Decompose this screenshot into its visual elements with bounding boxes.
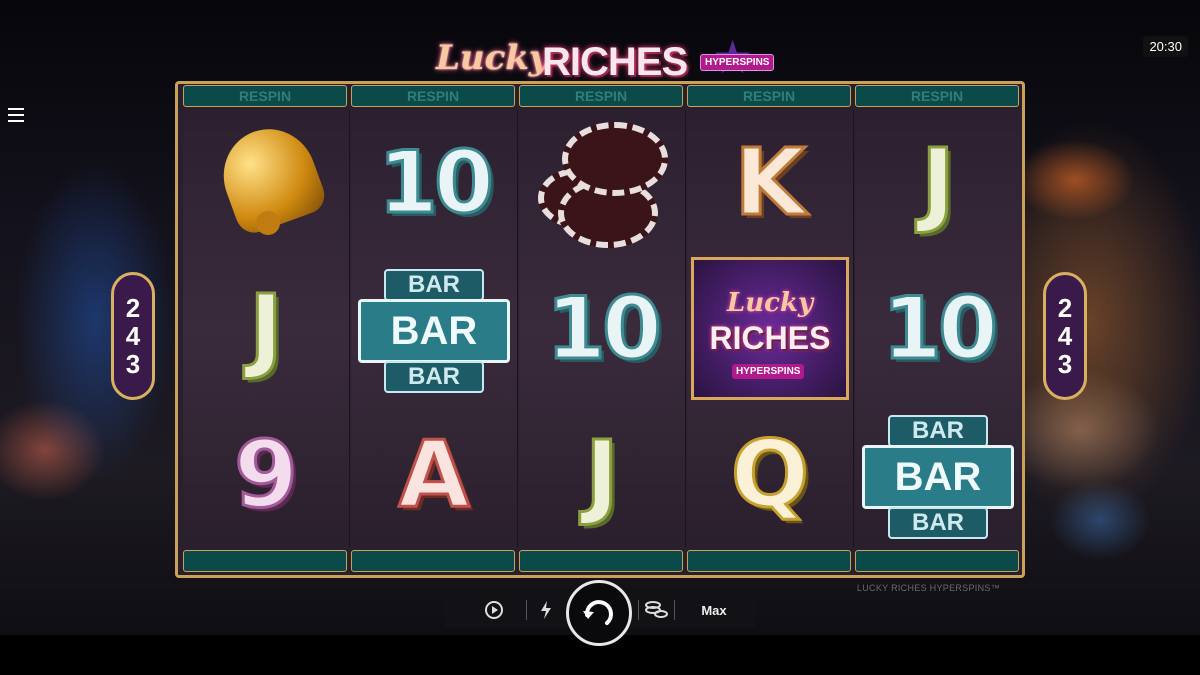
respin-button-4[interactable]: RESPIN (687, 85, 851, 107)
ways-counter-right: 2 4 3 (1043, 272, 1087, 400)
divider (638, 600, 639, 620)
hamburger-icon[interactable] (8, 108, 24, 122)
symbol-chips (519, 110, 685, 255)
symbol-j: J (519, 402, 685, 547)
bar-small: BAR (384, 360, 484, 393)
symbol-label: J (919, 128, 956, 236)
symbol-label: J (583, 420, 620, 528)
autoplay-icon[interactable] (478, 592, 510, 628)
symbol-label: K (733, 128, 807, 236)
symbol-10: 10 (351, 110, 517, 255)
symbol-bar: BAR BAR BAR (351, 256, 517, 401)
game-name-footer: LUCKY RICHES HYPERSPINS™ (856, 583, 1000, 593)
divider (526, 600, 527, 620)
respin-button-2[interactable]: RESPIN (351, 85, 515, 107)
symbol-label: 10 (881, 278, 1000, 379)
ways-counter-left: 2 4 3 (111, 272, 155, 400)
symbol-label: 10 (545, 278, 664, 379)
symbol-9: 9 (183, 402, 349, 547)
ways-digit: 2 (1057, 293, 1073, 323)
logo-symbol-word1: Lucky (726, 288, 814, 318)
logo-word-lucky: Lucky (436, 38, 549, 78)
symbol-label: Q (729, 420, 810, 528)
reel-2: 10 BAR BAR BAR A (351, 110, 518, 547)
reel-footer-slot (351, 550, 515, 572)
respin-button-1[interactable]: RESPIN (183, 85, 347, 107)
symbol-label: A (397, 420, 471, 528)
symbol-a: A (351, 402, 517, 547)
bar-symbol: BAR BAR BAR (862, 414, 1014, 539)
reel-footer-row (183, 550, 1019, 572)
ways-digit: 2 (125, 293, 141, 323)
max-bet-button[interactable]: Max (688, 592, 740, 628)
respin-row: RESPIN RESPIN RESPIN RESPIN RESPIN (183, 85, 1019, 107)
symbol-bell (183, 110, 349, 255)
symbol-q: Q (687, 402, 853, 547)
logo-symbol-badge: HYPERSPINS (732, 364, 805, 379)
reel-3: 10 J (519, 110, 686, 547)
bar-small: BAR (384, 268, 484, 301)
bar-big: BAR (358, 298, 510, 363)
symbol-label: 9 (232, 420, 299, 528)
logo-word-riches: RICHES (542, 40, 688, 84)
symbol-j: J (183, 256, 349, 401)
logo-symbol: Lucky RICHES HYPERSPINS (691, 257, 849, 400)
reel-5: J 10 BAR BAR BAR (855, 110, 1021, 547)
ways-digit: 3 (125, 349, 141, 379)
logo-badge: HYPERSPINS (700, 54, 775, 71)
ways-digit: 4 (1057, 321, 1073, 351)
reel-footer-slot (687, 550, 851, 572)
reels: J 9 10 BAR BAR BAR A 10 J K Lucky RICHES… (183, 110, 1021, 547)
spin-button[interactable] (566, 580, 632, 646)
reel-4: K Lucky RICHES HYPERSPINS Q (687, 110, 854, 547)
reel-footer-slot (855, 550, 1019, 572)
symbol-j: J (855, 110, 1021, 255)
symbol-label: 10 (377, 132, 496, 233)
symbol-logo: Lucky RICHES HYPERSPINS (687, 256, 853, 401)
bell-icon (206, 115, 330, 243)
bar-small: BAR (888, 506, 988, 539)
symbol-k: K (687, 110, 853, 255)
divider (674, 600, 675, 620)
symbol-10: 10 (855, 256, 1021, 401)
reel-footer-slot (183, 550, 347, 572)
ways-digit: 4 (125, 321, 141, 351)
bar-symbol: BAR BAR BAR (358, 268, 510, 393)
reel-1: J 9 (183, 110, 350, 547)
respin-button-3[interactable]: RESPIN (519, 85, 683, 107)
ways-digit: 3 (1057, 349, 1073, 379)
bar-big: BAR (862, 444, 1014, 509)
logo-symbol-word2: RICHES (709, 320, 831, 356)
coin-stack-icon[interactable] (642, 592, 670, 628)
respin-button-5[interactable]: RESPIN (855, 85, 1019, 107)
status-clock: 20:30 (1143, 36, 1188, 57)
bar-small: BAR (888, 414, 988, 447)
symbol-label: J (247, 274, 284, 382)
symbol-10: 10 (519, 256, 685, 401)
reel-footer-slot (519, 550, 683, 572)
spin-arrow-icon (583, 600, 613, 625)
symbol-bar: BAR BAR BAR (855, 402, 1021, 547)
casino-chips-icon (532, 118, 672, 248)
lightning-icon[interactable] (534, 592, 558, 628)
